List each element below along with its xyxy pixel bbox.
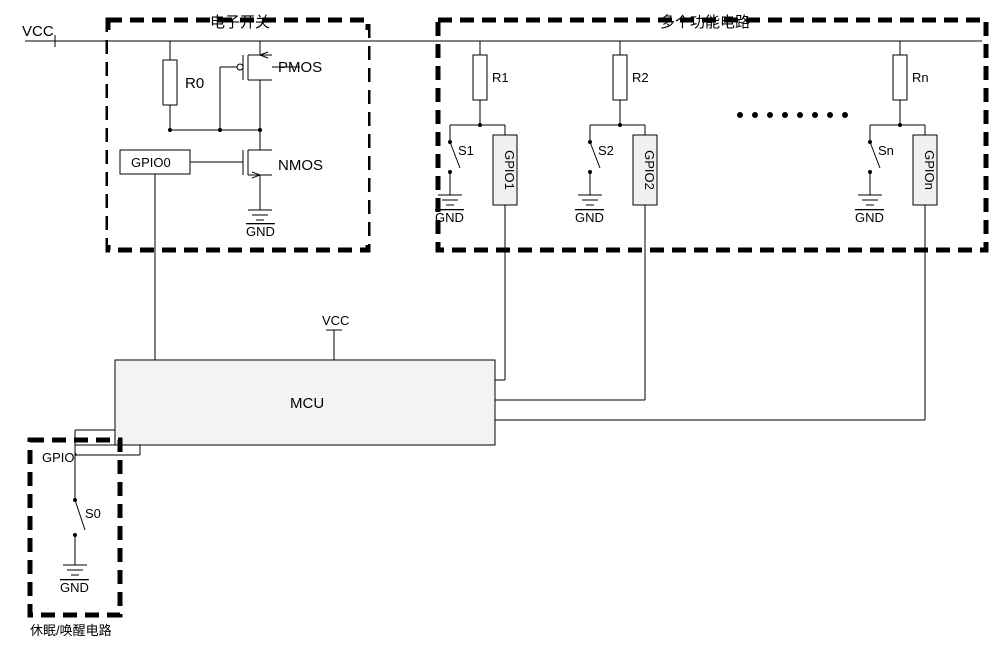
svg-text:S2: S2 [598,143,614,158]
functional-unit-2: R2 S2 GND GPIO2 [575,41,657,283]
gnd-switch-label: GND [246,224,275,239]
svg-text:R1: R1 [492,70,509,85]
svg-text:GND: GND [435,210,464,225]
svg-text:R2: R2 [632,70,649,85]
vcc-label: VCC [22,23,54,40]
svg-text:GPIO1: GPIO1 [502,150,517,190]
mcu-label: MCU [290,395,324,412]
gnd-wake [63,565,87,575]
svg-text:GPIOn: GPIOn [922,150,937,190]
functional-unit-1: R1 S1 GND GPIO1 [435,41,517,265]
functional-unit-n: Rn Sn GND GPIOn [855,41,937,301]
functional-circuits-title: 多个功能电路 [660,14,750,31]
svg-text:S1: S1 [458,143,474,158]
nmos-label: NMOS [278,157,323,174]
gpio0-label: GPIO0 [131,155,171,170]
switch-s0 [73,498,85,565]
svg-text:Rn: Rn [912,70,929,85]
svg-text:GPIO2: GPIO2 [642,150,657,190]
gpio-prime-label: GPIO' [42,450,77,465]
r0-label: R0 [185,75,204,92]
sleep-wake-title: 休眠/唤醒电路 [30,623,112,638]
gnd-wake-label: GND [60,580,89,595]
s0-label: S0 [85,506,101,521]
mcu-vcc-label: VCC [322,313,349,328]
svg-text:GND: GND [575,210,604,225]
electronic-switch-title: 电子开关 [210,14,270,31]
svg-text:GND: GND [855,210,884,225]
svg-text:Sn: Sn [878,143,894,158]
ellipsis-dots [737,112,848,118]
